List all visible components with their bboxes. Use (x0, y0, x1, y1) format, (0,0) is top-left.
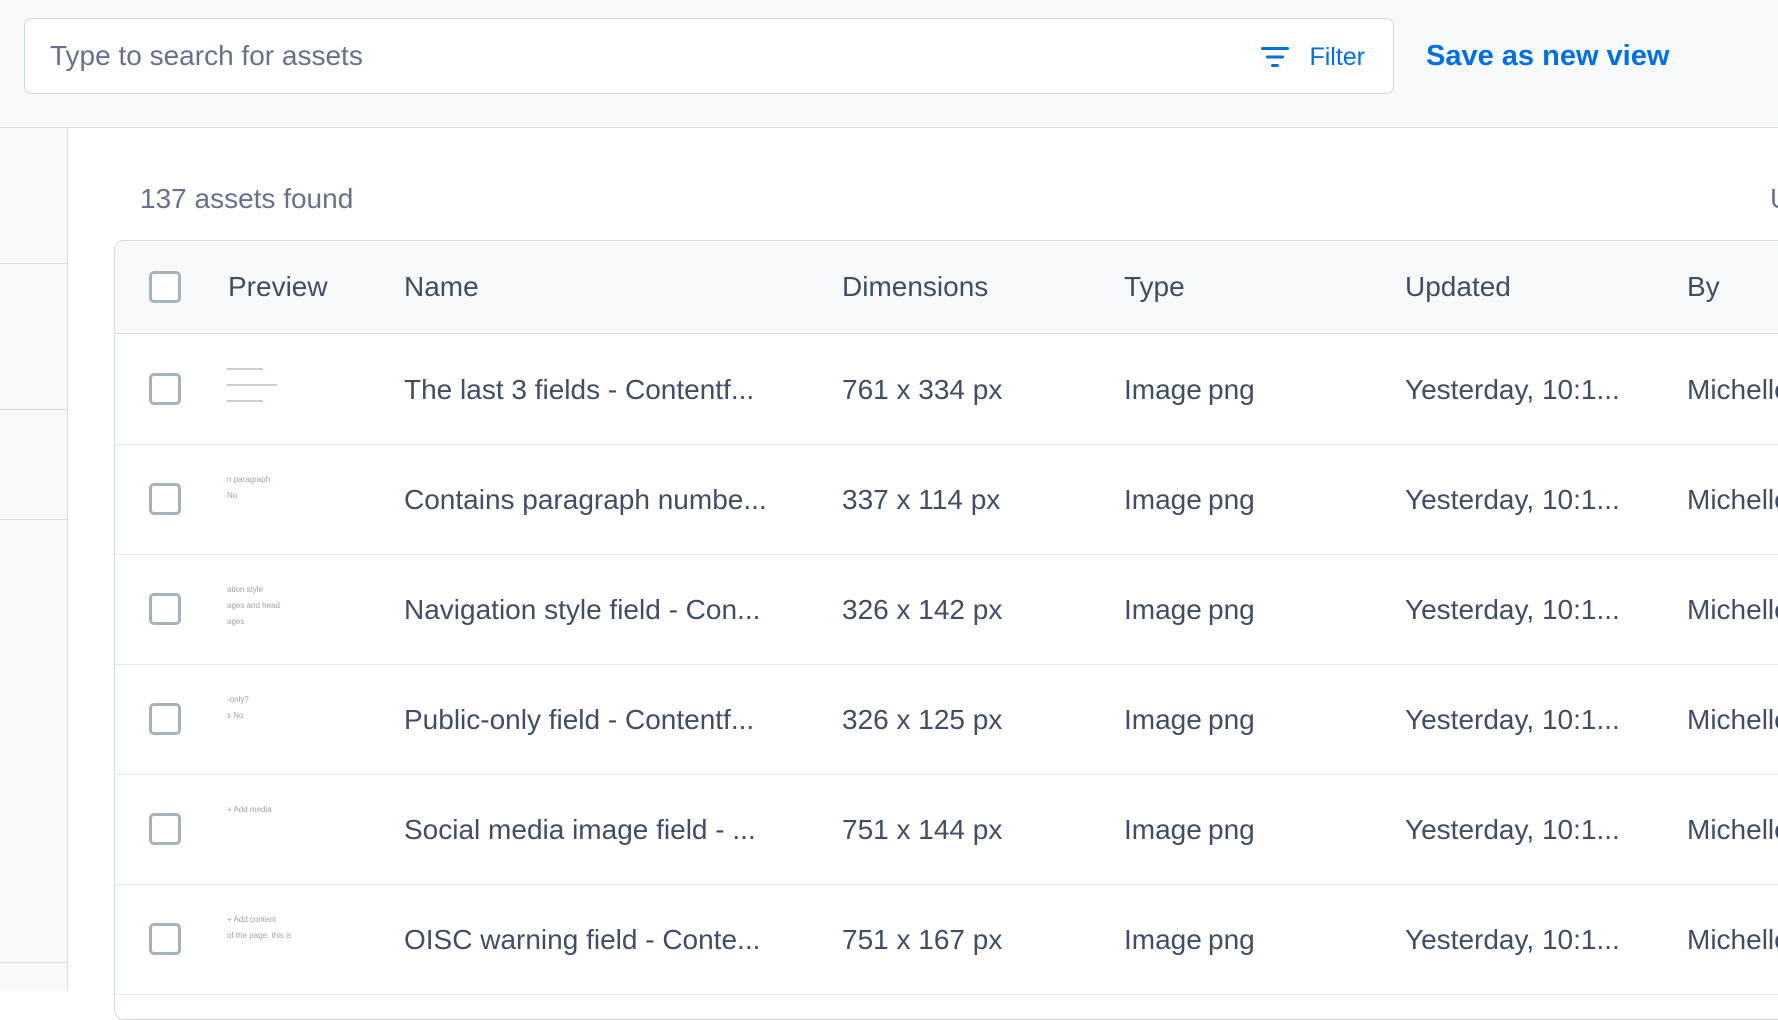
dimensions-cell: 761 x 334 px (842, 374, 1003, 405)
asset-name-cell[interactable]: Contains paragraph numbe... (404, 484, 804, 516)
preview-image-icon: n paragraph No (227, 475, 270, 500)
type-cell: Image (1124, 374, 1202, 405)
asset-name-cell[interactable]: Public-only field - Contentf... (404, 704, 804, 736)
table-row[interactable]: + Add media Social media image field - ..… (115, 775, 1778, 885)
updated-cell: Yesterday, 10:1... (1405, 924, 1620, 955)
table-header: Preview Name Dimensions Type Updated By (115, 241, 1778, 334)
search-input[interactable] (25, 19, 1225, 93)
sidebar-divider (0, 519, 67, 520)
save-as-new-view-link[interactable]: Save as new view (1426, 40, 1669, 73)
format-cell: png (1208, 374, 1255, 405)
preview-text: ages and head (227, 601, 280, 610)
asset-name-cell[interactable]: The last 3 fields - Contentf... (404, 374, 804, 406)
preview-image-icon (227, 368, 277, 402)
dimensions-cell: 326 x 142 px (842, 594, 1003, 625)
asset-name-cell[interactable]: OISC warning field - Conte... (404, 924, 804, 956)
column-header-name[interactable]: Name (404, 271, 479, 303)
dimensions-cell: 337 x 114 px (842, 484, 1001, 515)
updated-cell: Yesterday, 10:1... (1405, 484, 1620, 515)
asset-name-cell[interactable]: Navigation style field - Con... (404, 594, 804, 626)
preview-image-icon: + Add content of the page, this is the (227, 915, 291, 940)
type-cell: Image (1124, 594, 1202, 625)
updated-cell: Yesterday, 10:1... (1405, 374, 1620, 405)
preview-image-icon: + Add media (227, 805, 272, 814)
preview-text: -only? (227, 695, 249, 704)
column-header-by[interactable]: By (1687, 271, 1720, 303)
type-cell: Image (1124, 924, 1202, 955)
updated-by-cell: Michelle (1687, 814, 1778, 845)
updated-by-cell: Michelle (1687, 374, 1778, 405)
column-header-type[interactable]: Type (1124, 271, 1185, 303)
filter-icon (1261, 47, 1290, 67)
row-checkbox[interactable] (149, 593, 181, 625)
view-options-text: U (1770, 183, 1778, 215)
top-toolbar: Filter Save as new view (0, 0, 1778, 128)
updated-cell: Yesterday, 10:1... (1405, 704, 1620, 735)
sidebar-divider (0, 409, 67, 410)
results-count: 137 assets found (140, 183, 354, 214)
asset-name-cell[interactable]: Social media image field - ... (404, 814, 804, 846)
row-checkbox[interactable] (149, 483, 181, 515)
preview-line (227, 400, 263, 402)
preview-line (227, 384, 277, 386)
asset-preview-thumbnail[interactable] (227, 360, 291, 416)
select-all-checkbox[interactable] (149, 271, 181, 303)
type-cell: Image (1124, 704, 1202, 735)
table-row[interactable]: + Add content of the page, this is the OIS… (115, 885, 1778, 995)
format-cell: png (1208, 484, 1255, 515)
preview-image-icon: -only? s No (227, 695, 249, 720)
row-checkbox[interactable] (149, 703, 181, 735)
format-cell: png (1208, 924, 1255, 955)
asset-preview-thumbnail[interactable]: -only? s No (227, 690, 291, 746)
row-checkbox[interactable] (149, 813, 181, 845)
dimensions-cell: 751 x 144 px (842, 814, 1003, 845)
updated-by-cell: Michelle (1687, 924, 1778, 955)
asset-preview-thumbnail[interactable]: + Add media (227, 800, 291, 856)
preview-text: No (227, 491, 238, 500)
updated-cell: Yesterday, 10:1... (1405, 594, 1620, 625)
preview-image-icon: ation style ages and head ages (227, 585, 280, 626)
table-row[interactable]: -only? s No Public-only field - Contentf..… (115, 665, 1778, 775)
column-header-preview: Preview (228, 271, 328, 302)
updated-by-cell: Michelle (1687, 594, 1778, 625)
type-cell: Image (1124, 484, 1202, 515)
preview-text: n paragraph (227, 475, 270, 484)
search-box: Filter (24, 18, 1394, 94)
table-row[interactable]: ation style ages and head ages Navigation s… (115, 555, 1778, 665)
dimensions-cell: 326 x 125 px (842, 704, 1003, 735)
sidebar (0, 128, 68, 990)
asset-preview-thumbnail[interactable]: + Add content of the page, this is the (227, 910, 291, 966)
row-checkbox[interactable] (149, 373, 181, 405)
assets-table: Preview Name Dimensions Type Updated By … (114, 240, 1778, 1020)
updated-by-cell: Michelle (1687, 484, 1778, 515)
format-cell: png (1208, 814, 1255, 845)
format-cell: png (1208, 704, 1255, 735)
preview-text: + Add media (227, 805, 272, 814)
preview-text: s No (227, 711, 244, 720)
filter-button[interactable]: Filter (1261, 37, 1365, 77)
preview-line (227, 368, 263, 370)
column-header-updated[interactable]: Updated (1405, 271, 1511, 303)
preview-text: of the page, this is the (227, 931, 291, 940)
filter-label: Filter (1309, 42, 1365, 71)
preview-text: ages (227, 617, 244, 626)
format-cell: png (1208, 594, 1255, 625)
sidebar-divider (0, 263, 67, 264)
asset-preview-thumbnail[interactable]: n paragraph No (227, 470, 291, 526)
asset-preview-thumbnail[interactable]: ation style ages and head ages (227, 580, 291, 636)
row-checkbox[interactable] (149, 923, 181, 955)
updated-cell: Yesterday, 10:1... (1405, 814, 1620, 845)
column-header-dimensions[interactable]: Dimensions (842, 271, 988, 303)
type-cell: Image (1124, 814, 1202, 845)
table-row[interactable]: n paragraph No Contains paragraph numbe...… (115, 445, 1778, 555)
updated-by-cell: Michelle (1687, 704, 1778, 735)
dimensions-cell: 751 x 167 px (842, 924, 1003, 955)
preview-text: + Add content (227, 915, 277, 924)
sidebar-divider (0, 962, 67, 963)
table-row[interactable]: The last 3 fields - Contentf... 761 x 334… (115, 335, 1778, 445)
preview-text: ation style (227, 585, 264, 594)
